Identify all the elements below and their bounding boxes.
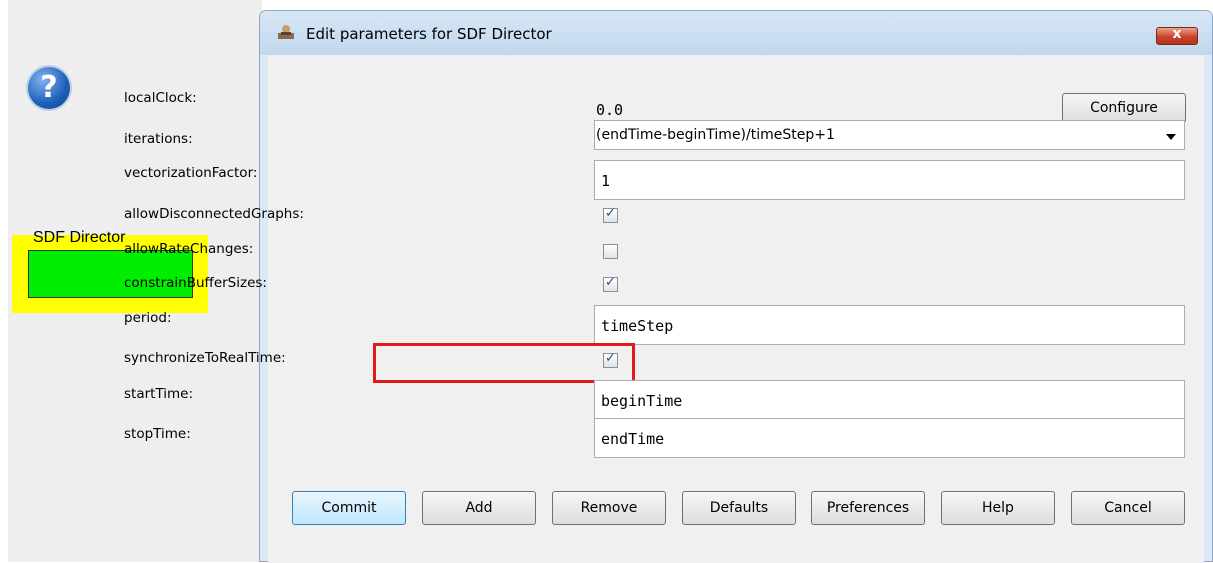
vectorizationfactor-field[interactable]: 1 — [594, 160, 1185, 200]
app-icon — [278, 25, 294, 39]
dialog-title: Edit parameters for SDF Director — [306, 25, 552, 43]
label-synchronizetorealtime: synchronizeToRealTime: — [124, 350, 286, 366]
value-localclock: 0.0 — [596, 101, 624, 119]
label-constrainbuffersizes: constrainBufferSizes: — [124, 275, 267, 291]
label-iterations: iterations: — [124, 131, 193, 147]
iterations-combo[interactable]: (endTime-beginTime)/timeStep+1 — [594, 120, 1185, 150]
add-button[interactable]: Add — [422, 491, 536, 525]
help-button[interactable]: Help — [941, 491, 1055, 525]
remove-button[interactable]: Remove — [552, 491, 666, 525]
label-allowdisconnectedgraphs: allowDisconnectedGraphs: — [124, 206, 304, 222]
label-allowratechanges: allowRateChanges: — [124, 241, 254, 257]
label-starttime: startTime: — [124, 386, 194, 402]
label-localclock: localClock: — [124, 90, 197, 106]
vectorizationfactor-value: 1 — [601, 172, 611, 190]
sdf-director-label: SDF Director — [33, 229, 126, 246]
label-period: period: — [124, 310, 172, 326]
dialog-titlebar[interactable]: Edit parameters for SDF Director x — [260, 11, 1212, 55]
iterations-value: (endTime-beginTime)/timeStep+1 — [596, 127, 835, 143]
constrainbuffersizes-checkbox[interactable]: ✓ — [603, 275, 618, 292]
allowratechanges-checkbox[interactable] — [603, 244, 618, 259]
highlight-box — [373, 343, 635, 383]
canvas-edge — [0, 0, 8, 562]
label-vectorizationfactor: vectorizationFactor: — [124, 165, 258, 181]
commit-button[interactable]: Commit — [292, 491, 406, 525]
defaults-button[interactable]: Defaults — [682, 491, 796, 525]
question-icon: ? — [28, 67, 70, 109]
period-value: timeStep — [601, 317, 674, 335]
stoptime-field[interactable]: endTime — [594, 418, 1185, 458]
period-field[interactable]: timeStep — [594, 305, 1185, 345]
cancel-button[interactable]: Cancel — [1071, 491, 1185, 525]
starttime-value: beginTime — [601, 392, 683, 410]
close-icon: x — [1172, 26, 1182, 42]
stoptime-value: endTime — [601, 430, 665, 448]
preferences-button[interactable]: Preferences — [811, 491, 925, 525]
label-stoptime: stopTime: — [124, 426, 191, 442]
starttime-field[interactable]: beginTime — [594, 380, 1185, 420]
check-icon: ✓ — [605, 206, 616, 221]
allowdisconnectedgraphs-checkbox[interactable]: ✓ — [603, 206, 618, 223]
configure-button[interactable]: Configure — [1062, 93, 1186, 123]
close-button[interactable]: x — [1156, 26, 1198, 45]
check-icon: ✓ — [605, 275, 616, 290]
chevron-down-icon[interactable] — [1166, 134, 1176, 140]
